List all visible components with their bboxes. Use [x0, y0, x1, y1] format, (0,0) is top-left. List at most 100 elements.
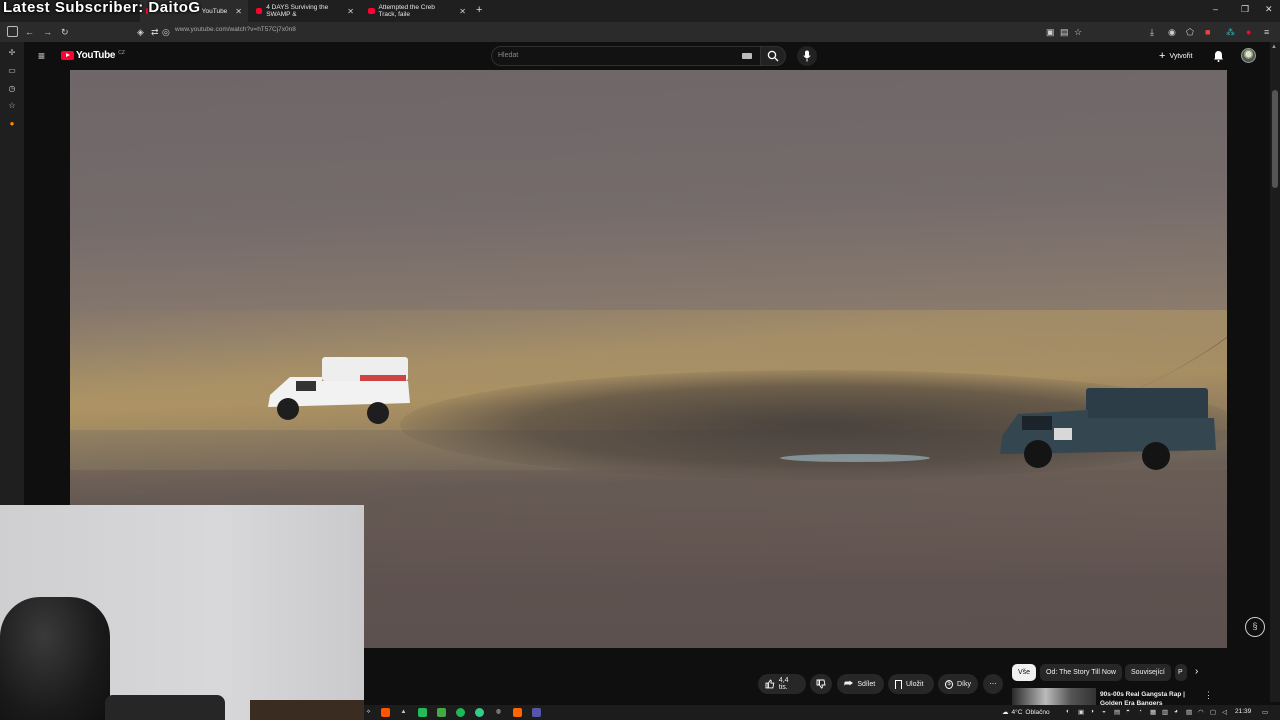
create-label: Vytvořit [1169, 52, 1193, 60]
like-button[interactable]: 4,4 tis. [758, 674, 806, 694]
white-truck-image [268, 357, 410, 424]
forward-icon[interactable]: → [43, 26, 52, 38]
more-actions-button[interactable]: ⋯ [983, 674, 1003, 694]
youtube-play-icon [61, 51, 74, 60]
thumbs-down-icon [816, 679, 826, 689]
thanks-label: Díky [957, 680, 971, 688]
bookmarks-icon[interactable]: ☆ [7, 101, 17, 110]
thanks-button[interactable]: $ Díky [938, 674, 978, 694]
create-button[interactable]: + Vytvořit [1153, 47, 1199, 65]
site-settings-icon[interactable]: ⇄ [151, 26, 159, 38]
taskbar-app-icon[interactable] [437, 708, 446, 717]
dislike-button[interactable] [810, 674, 832, 694]
tray-icon[interactable]: ◑ [1090, 708, 1094, 715]
tray-icon[interactable]: ▥ [1162, 708, 1168, 716]
overlay-subscriber-text: Latest Subscriber: DaitoG [3, 0, 201, 16]
reader-icon[interactable]: ▤ [1060, 26, 1069, 38]
close-icon[interactable]: ✕ [235, 7, 242, 16]
search-input[interactable] [491, 46, 761, 66]
tray-icon[interactable]: ◐ [1066, 708, 1070, 715]
tray-icon[interactable]: ◒ [1102, 708, 1106, 715]
history-icon[interactable]: ◷ [7, 84, 17, 93]
thumbs-up-icon [765, 679, 775, 689]
tray-icon[interactable]: ◓ [1126, 708, 1130, 715]
channel-watermark-icon[interactable]: § [1245, 617, 1265, 637]
extension-icon[interactable]: ⁂ [1226, 26, 1235, 38]
taskbar-app-icon[interactable]: ◍ [494, 708, 503, 717]
tab-label: YouTube [201, 7, 228, 15]
tab-creb-track[interactable]: Attempted the Creb Track, faile ✕ [362, 0, 472, 22]
spotify-taskbar-icon[interactable] [456, 708, 465, 717]
tray-icon[interactable]: ▧ [1186, 708, 1192, 716]
wifi-icon[interactable]: ◠ [1198, 708, 1204, 716]
share-button[interactable]: ⮫ Sdílet [837, 674, 884, 694]
reload-icon[interactable]: ↻ [61, 26, 69, 38]
sidebar-toggle-icon[interactable] [7, 26, 18, 37]
tray-icon[interactable]: ▤ [1114, 708, 1120, 716]
back-icon[interactable]: ← [25, 26, 34, 38]
search-placeholder: Hledat [498, 52, 519, 59]
taskbar-clock[interactable]: 21:39 [1235, 708, 1251, 715]
youtube-extension-icon[interactable]: ● [1246, 26, 1251, 38]
save-icon [895, 679, 902, 689]
webcam-overlay [0, 505, 364, 720]
cloud-icon: ☁ [1002, 709, 1009, 716]
keyboard-icon[interactable] [742, 53, 752, 59]
ai-icon[interactable]: ✢ [7, 48, 17, 57]
tab-label: Attempted the Creb Track, faile [378, 4, 435, 18]
weather-widget[interactable]: ☁ 4°C Oblačno [1002, 708, 1050, 717]
notifications-icon[interactable]: ▭ [1262, 708, 1268, 716]
save-button[interactable]: Uložit [888, 674, 934, 694]
taskbar-app-icon[interactable] [418, 708, 427, 717]
hamburger-menu-icon[interactable]: ≡ [38, 49, 48, 63]
thanks-icon: $ [945, 679, 953, 689]
new-tab-button[interactable]: + [476, 4, 482, 16]
tray-icon[interactable]: ◔ [1138, 708, 1142, 715]
menu-icon[interactable]: ≡ [1264, 26, 1269, 38]
taskbar-app-icon[interactable]: ▲ [399, 708, 408, 717]
address-bar[interactable]: www.youtube.com/watch?v=hT57Cj7x0n8 [175, 26, 296, 33]
close-icon[interactable]: ✕ [347, 7, 354, 16]
tray-icon[interactable]: ▣ [1078, 708, 1084, 716]
maximize-button[interactable]: ❐ [1241, 4, 1249, 15]
save-label: Uložit [906, 680, 924, 688]
taskbar-app-icon[interactable]: ⟡ [364, 708, 373, 717]
taskbar-app-icon[interactable] [532, 708, 541, 717]
download-icon[interactable]: ⤓ [1150, 26, 1154, 38]
more-vert-icon[interactable]: ⋮ [1204, 690, 1213, 701]
tray-icon[interactable]: ▦ [1150, 708, 1156, 716]
volume-icon[interactable]: ◁ [1222, 708, 1227, 716]
scroll-up-icon[interactable]: ▲ [1271, 44, 1277, 50]
tracking-icon[interactable]: ◎ [162, 26, 170, 38]
extension-badge-icon[interactable]: ■ [1205, 26, 1210, 38]
youtube-logo[interactable]: YouTube CZ [61, 50, 125, 61]
tray-icon[interactable]: ◕ [1174, 708, 1178, 715]
screenshot-icon[interactable]: ▣ [1046, 26, 1055, 38]
taskbar-app-icon[interactable] [475, 708, 484, 717]
like-count: 4,4 tis. [778, 677, 789, 691]
video-puddle [780, 454, 930, 462]
display-icon[interactable]: ▢ [1210, 708, 1216, 716]
avatar[interactable] [1241, 48, 1256, 63]
scrollbar-thumb[interactable] [1272, 90, 1278, 188]
youtube-favicon-icon [256, 8, 263, 14]
close-window-button[interactable]: ✕ [1265, 4, 1273, 15]
close-icon[interactable]: ✕ [459, 7, 466, 16]
chip-related[interactable]: Související [1125, 664, 1171, 681]
brave-taskbar-icon[interactable] [381, 708, 390, 717]
extension-sidebar-icon[interactable]: ● [7, 119, 17, 128]
tab-swamp[interactable]: 4 DAYS Surviving the SWAMP & ✕ [250, 0, 360, 22]
microphone-icon [803, 50, 811, 62]
chip-partial[interactable]: P [1175, 664, 1187, 681]
wallet-icon[interactable]: ▭ [7, 66, 17, 75]
bookmark-star-icon[interactable]: ☆ [1074, 26, 1082, 38]
taskbar-app-icon[interactable] [513, 708, 522, 717]
account-icon[interactable]: ◉ [1168, 26, 1176, 38]
shield-icon[interactable]: ◈ [137, 26, 144, 38]
notifications-bell-icon[interactable] [1213, 50, 1224, 62]
chip-from-channel[interactable]: Od: The Story Till Now [1040, 664, 1122, 681]
chevron-right-icon[interactable]: › [1195, 666, 1198, 677]
minimize-button[interactable]: – [1213, 4, 1218, 14]
chip-all[interactable]: Vše [1012, 664, 1037, 681]
extensions-icon[interactable]: ⬠ [1186, 26, 1194, 38]
